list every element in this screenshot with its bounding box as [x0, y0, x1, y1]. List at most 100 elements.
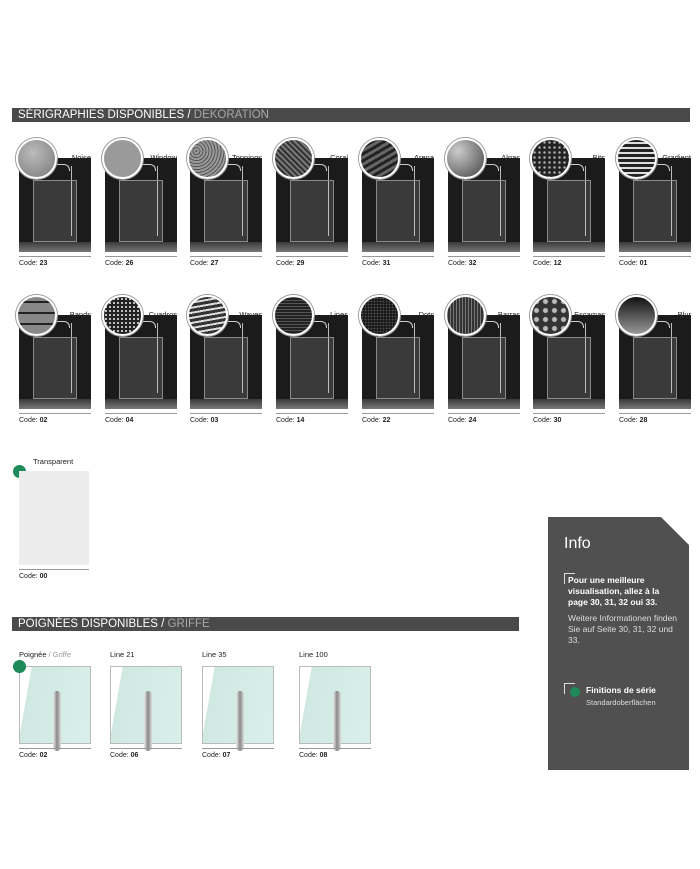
- glass-panel: [204, 337, 248, 399]
- pattern-code: Code: 01: [619, 260, 648, 267]
- shower-head-icon: [314, 321, 327, 328]
- serigraphies-subtitle: DEKORATION: [193, 109, 269, 121]
- shower-head-icon: [657, 164, 670, 171]
- handle-item[interactable]: Line 100 Code: 08: [299, 650, 371, 760]
- handle-item[interactable]: Line 21 Code: 06: [110, 650, 182, 760]
- shower-head-icon: [314, 164, 327, 171]
- pattern-code: Code: 23: [19, 260, 48, 267]
- pattern-algas[interactable]: Algas Code: 32: [445, 138, 520, 288]
- pattern-cuadros[interactable]: Cuadros Code: 04: [102, 295, 177, 445]
- pattern-swatch: [616, 295, 657, 336]
- handle-label: Line 21: [110, 650, 135, 659]
- glass-panel: [633, 337, 677, 399]
- pattern-name: Barras: [497, 310, 520, 319]
- pattern-swatch: [359, 295, 400, 336]
- pattern-swatch: [273, 295, 314, 336]
- pattern-code: Code: 03: [190, 417, 219, 424]
- pattern-toppings[interactable]: Toppings Code: 27: [187, 138, 262, 288]
- pattern-code: Code: 00: [19, 573, 48, 580]
- shower-head-icon: [57, 321, 70, 328]
- pattern-lines[interactable]: Lines Code: 14: [273, 295, 348, 445]
- pattern-swatch: [273, 138, 314, 179]
- page-curl-icon: [661, 517, 689, 545]
- pattern-code: Code: 30: [533, 417, 562, 424]
- handle-label: Line 100: [299, 650, 328, 659]
- handle-item[interactable]: Poignée / Griffe Code: 02: [13, 650, 91, 760]
- handle-photo: [202, 666, 274, 751]
- shower-head-icon: [571, 164, 584, 171]
- pattern-window[interactable]: Window Code: 26: [102, 138, 177, 288]
- handle-code: Code: 02: [19, 752, 48, 759]
- shower-head-icon: [486, 164, 499, 171]
- pattern-noise[interactable]: Noise Code: 23: [16, 138, 91, 288]
- pattern-code: Code: 32: [448, 260, 477, 267]
- handle-photo: [110, 666, 182, 751]
- handle-item[interactable]: Line 35 Code: 07: [202, 650, 274, 760]
- serigraphies-header: SÉRIGRAPHIES DISPONIBLES / DEKORATION: [12, 108, 690, 122]
- pattern-transparent[interactable]: Transparent Code: 00: [13, 457, 91, 587]
- shower-head-icon: [400, 164, 413, 171]
- pattern-code: Code: 04: [105, 417, 134, 424]
- shower-head-icon: [228, 164, 241, 171]
- pattern-gradient[interactable]: Gradient Code: 01: [616, 138, 691, 288]
- pattern-name: Bands: [69, 310, 91, 319]
- pattern-code: Code: 27: [190, 260, 219, 267]
- pattern-swatch: [530, 138, 571, 179]
- shower-head-icon: [228, 321, 241, 328]
- glass-panel: [33, 337, 77, 399]
- pattern-barras[interactable]: Barras Code: 24: [445, 295, 520, 445]
- info-box: Info Pour une meilleure visualisation, a…: [548, 517, 689, 770]
- handle-code: Code: 08: [299, 752, 328, 759]
- glass-panel: [33, 180, 77, 242]
- pattern-name: Bits: [592, 153, 605, 162]
- shower-head-icon: [143, 164, 156, 171]
- pattern-swatch: [16, 295, 57, 336]
- pattern-code: Code: 22: [362, 417, 391, 424]
- pattern-code: Code: 02: [19, 417, 48, 424]
- shower-head-icon: [400, 321, 413, 328]
- pattern-swatch: [359, 138, 400, 179]
- glass-panel: [376, 337, 420, 399]
- handle-bar: [333, 691, 341, 751]
- handle-bar: [144, 691, 152, 751]
- pattern-swatch: [102, 295, 143, 336]
- pattern-name: Window: [150, 153, 177, 162]
- transparent-swatch: [19, 471, 89, 565]
- pattern-name: Lines: [330, 310, 348, 319]
- info-text-fr: Pour une meilleure visualisation, allez …: [568, 575, 660, 607]
- pattern-code: Code: 24: [448, 417, 477, 424]
- glass-panel: [462, 180, 506, 242]
- pattern-name: Toppings: [231, 153, 262, 162]
- info-legend-fr: Finitions de série: [586, 685, 656, 695]
- pattern-swatch: [530, 295, 571, 336]
- pattern-waves[interactable]: Waves Code: 03: [187, 295, 262, 445]
- pattern-swatch: [187, 138, 228, 179]
- glass-panel: [633, 180, 677, 242]
- handle-photo: [299, 666, 371, 751]
- pattern-swatch: [16, 138, 57, 179]
- shower-head-icon: [657, 321, 670, 328]
- pattern-name: Transparent: [33, 457, 74, 466]
- pattern-name: Waves: [239, 310, 262, 319]
- pattern-arena[interactable]: Arena Code: 31: [359, 138, 434, 288]
- pattern-swatch: [102, 138, 143, 179]
- info-title: Info: [564, 535, 591, 552]
- pattern-blur[interactable]: Blur Code: 28: [616, 295, 691, 445]
- glass-panel: [119, 337, 163, 399]
- pattern-code: Code: 14: [276, 417, 305, 424]
- pattern-dots[interactable]: Dots Code: 22: [359, 295, 434, 445]
- handle-photo: [19, 666, 91, 751]
- glass-panel: [462, 337, 506, 399]
- poignees-title: POIGNÉES DISPONIBLES: [18, 618, 158, 630]
- standard-finish-dot: [570, 687, 580, 697]
- shower-head-icon: [571, 321, 584, 328]
- pattern-code: Code: 28: [619, 417, 648, 424]
- pattern-bits[interactable]: Bits Code: 12: [530, 138, 605, 288]
- pattern-code: Code: 12: [533, 260, 562, 267]
- pattern-bands[interactable]: Bands Code: 02: [16, 295, 91, 445]
- pattern-coral[interactable]: Coral Code: 29: [273, 138, 348, 288]
- info-legend-de: Standardoberflächen: [586, 698, 656, 707]
- poignees-header: POIGNÉES DISPONIBLES / GRIFFE: [12, 617, 519, 631]
- glass-panel: [290, 337, 334, 399]
- pattern-escamas[interactable]: Escamas Code: 30: [530, 295, 605, 445]
